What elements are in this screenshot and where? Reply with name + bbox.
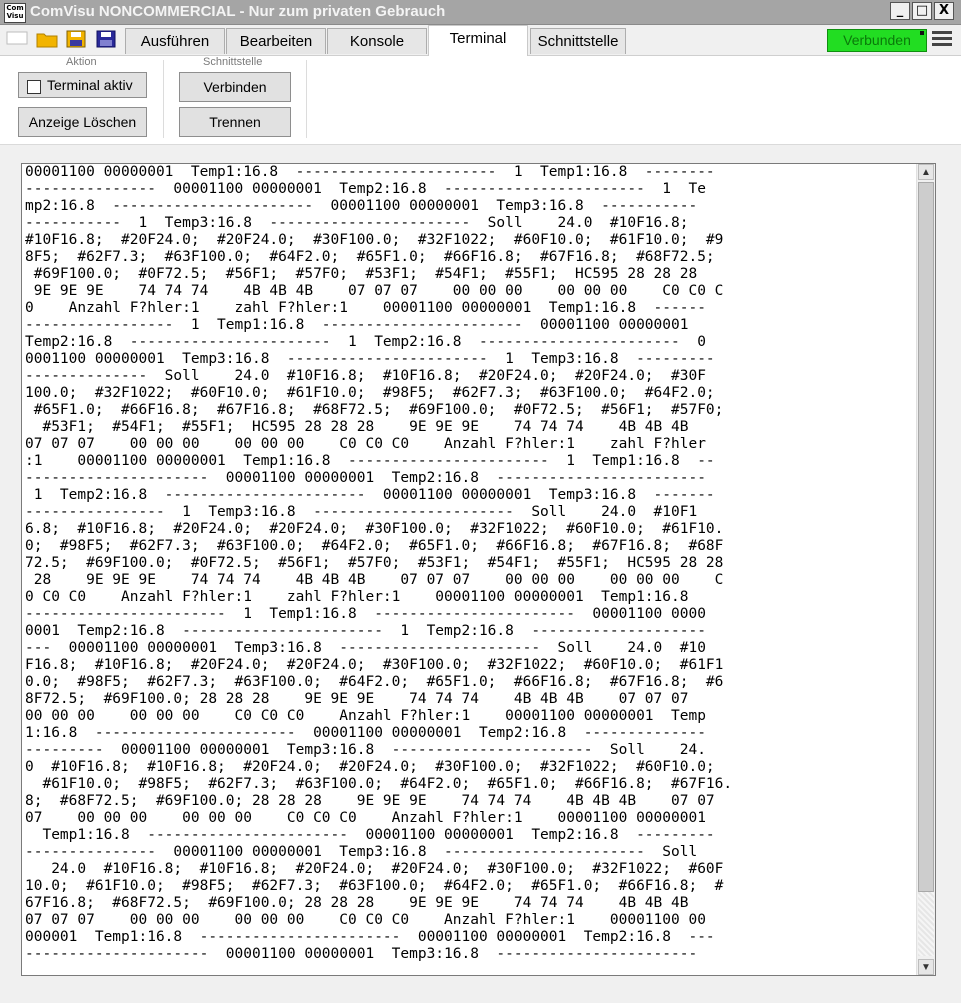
terminal-line: 0.0; #98F5; #62F7.3; #63F100.0; #64F2.0;… xyxy=(25,674,724,690)
scroll-thumb[interactable] xyxy=(918,182,934,892)
terminal-line: --------- 00001100 00000001 Temp3:16.8 -… xyxy=(25,742,706,758)
terminal-line: 07 07 07 00 00 00 00 00 00 C0 C0 C0 Anza… xyxy=(25,436,706,452)
scroll-down-icon[interactable]: ▼ xyxy=(918,959,934,975)
main-toolbar: Ausführen Bearbeiten Konsole Terminal Sc… xyxy=(0,25,961,56)
terminal-line: #53F1; #54F1; #55F1; HC595 28 28 28 9E 9… xyxy=(25,419,689,435)
terminal-line: -------------- Soll 24.0 #10F16.8; #10F1… xyxy=(25,368,706,384)
terminal-line: 72.5; #69F100.0; #0F72.5; #56F1; #57F0; … xyxy=(25,555,724,571)
terminal-line: 0001 Temp2:16.8 ----------------------- … xyxy=(25,623,706,639)
terminal-line: ----------------- 1 Temp1:16.8 ---------… xyxy=(25,317,689,333)
terminal-line: #61F10.0; #98F5; #62F7.3; #63F100.0; #64… xyxy=(25,776,733,792)
terminal-line: Temp2:16.8 ----------------------- 1 Tem… xyxy=(25,334,706,350)
terminal-line: #69F100.0; #0F72.5; #56F1; #57F0; #53F1;… xyxy=(25,266,698,282)
terminal-line: 28 9E 9E 9E 74 74 74 4B 4B 4B 07 07 07 0… xyxy=(25,572,724,588)
minimize-button[interactable]: _ xyxy=(890,2,910,20)
scroll-up-icon[interactable]: ▲ xyxy=(918,164,934,180)
clear-display-button[interactable]: Anzeige Löschen xyxy=(18,107,147,137)
terminal-line: --------------- 00001100 00000001 Temp2:… xyxy=(25,181,706,197)
tab-terminal[interactable]: Terminal xyxy=(428,25,528,56)
terminal-output[interactable]: 00001100 00000001 Temp1:16.8 -----------… xyxy=(21,163,936,976)
terminal-line: 00 00 00 00 00 00 C0 C0 C0 Anzahl F?hler… xyxy=(25,708,706,724)
connect-button[interactable]: Verbinden xyxy=(179,72,291,102)
terminal-line: 100.0; #32F1022; #60F10.0; #61F10.0; #98… xyxy=(25,385,715,401)
terminal-line: 0 #10F16.8; #10F16.8; #20F24.0; #20F24.0… xyxy=(25,759,715,775)
tab-bearbeiten[interactable]: Bearbeiten xyxy=(226,28,326,54)
terminal-line: 6.8; #10F16.8; #20F24.0; #20F24.0; #30F1… xyxy=(25,521,724,537)
terminal-line: 1:16.8 ----------------------- 00001100 … xyxy=(25,725,706,741)
status-indicator-icon xyxy=(920,31,924,35)
terminal-line: 10.0; #61F10.0; #98F5; #62F7.3; #63F100.… xyxy=(25,878,724,894)
terminal-line: 07 07 07 00 00 00 00 00 00 C0 C0 C0 Anza… xyxy=(25,912,706,928)
terminal-line: :1 00001100 00000001 Temp1:16.8 --------… xyxy=(25,453,715,469)
terminal-line: --------------- 00001100 00000001 Temp3:… xyxy=(25,844,698,860)
scroll-track[interactable] xyxy=(918,892,934,956)
group-divider xyxy=(163,60,164,138)
terminal-line: Temp1:16.8 ----------------------- 00001… xyxy=(25,827,715,843)
tab-konsole[interactable]: Konsole xyxy=(327,28,427,54)
app-logo-icon: Com Visu xyxy=(4,3,26,23)
group-divider xyxy=(306,60,307,138)
terminal-line: #10F16.8; #20F24.0; #20F24.0; #30F100.0;… xyxy=(25,232,724,248)
terminal-active-label: Terminal aktiv xyxy=(47,77,133,93)
terminal-line: ---------------- 1 Temp3:16.8 ----------… xyxy=(25,504,698,520)
terminal-line: 0 Anzahl F?hler:1 zahl F?hler:1 00001100… xyxy=(25,300,706,316)
save-icon[interactable] xyxy=(65,30,87,48)
terminal-line: 8F72.5; #69F100.0; 28 28 28 9E 9E 9E 74 … xyxy=(25,691,689,707)
maximize-button[interactable]: □ xyxy=(912,2,932,20)
terminal-line: 8; #68F72.5; #69F100.0; 28 28 28 9E 9E 9… xyxy=(25,793,715,809)
terminal-line: ----------- 1 Temp3:16.8 ---------------… xyxy=(25,215,689,231)
terminal-line: 0; #98F5; #62F7.3; #63F100.0; #64F2.0; #… xyxy=(25,538,724,554)
terminal-line: 8F5; #62F7.3; #63F100.0; #64F2.0; #65F1.… xyxy=(25,249,715,265)
group-label-aktion: Aktion xyxy=(66,56,97,68)
terminal-line: 24.0 #10F16.8; #10F16.8; #20F24.0; #20F2… xyxy=(25,861,724,877)
terminal-line: F16.8; #10F16.8; #20F24.0; #20F24.0; #30… xyxy=(25,657,724,673)
connection-status-badge: Verbunden xyxy=(827,29,927,52)
terminal-line: 00001100 00000001 Temp1:16.8 -----------… xyxy=(25,164,715,180)
connection-status-label: Verbunden xyxy=(843,32,911,48)
tab-ausfuehren[interactable]: Ausführen xyxy=(125,28,225,54)
ribbon-panel: Aktion Terminal aktiv Anzeige Löschen Sc… xyxy=(0,56,961,145)
terminal-line: 0001100 00000001 Temp3:16.8 ------------… xyxy=(25,351,715,367)
new-file-icon[interactable] xyxy=(6,30,28,48)
window-title: ComVisu NONCOMMERCIAL - Nur zum privaten… xyxy=(30,3,446,20)
terminal-line: 000001 Temp1:16.8 ----------------------… xyxy=(25,929,715,945)
vertical-scrollbar[interactable]: ▲ ▼ xyxy=(916,164,935,975)
open-folder-icon[interactable] xyxy=(36,30,58,48)
terminal-line: 07 00 00 00 00 00 00 C0 C0 C0 Anzahl F?h… xyxy=(25,810,706,826)
save-as-icon[interactable] xyxy=(95,30,117,48)
title-bar: Com Visu ComVisu NONCOMMERCIAL - Nur zum… xyxy=(0,0,961,25)
close-button[interactable]: X xyxy=(934,2,954,20)
terminal-line: 0 C0 C0 Anzahl F?hler:1 zahl F?hler:1 00… xyxy=(25,589,689,605)
terminal-text: 00001100 00000001 Temp1:16.8 -----------… xyxy=(25,164,825,963)
terminal-line: --------------------- 00001100 00000001 … xyxy=(25,946,698,962)
terminal-line: #65F1.0; #66F16.8; #67F16.8; #68F72.5; #… xyxy=(25,402,724,418)
terminal-line: 1 Temp2:16.8 ----------------------- 000… xyxy=(25,487,715,503)
terminal-line: ----------------------- 1 Temp1:16.8 ---… xyxy=(25,606,706,622)
disconnect-button[interactable]: Trennen xyxy=(179,107,291,137)
terminal-active-checkbox[interactable]: Terminal aktiv xyxy=(18,72,147,98)
terminal-line: 9E 9E 9E 74 74 74 4B 4B 4B 07 07 07 00 0… xyxy=(25,283,724,299)
hamburger-menu-icon[interactable] xyxy=(932,31,952,49)
terminal-line: --------------------- 00001100 00000001 … xyxy=(25,470,706,486)
terminal-line: mp2:16.8 ----------------------- 0000110… xyxy=(25,198,698,214)
terminal-line: 67F16.8; #68F72.5; #69F100.0; 28 28 28 9… xyxy=(25,895,689,911)
checkbox-icon[interactable] xyxy=(27,80,41,94)
tab-schnittstelle[interactable]: Schnittstelle xyxy=(530,28,626,54)
terminal-line: --- 00001100 00000001 Temp3:16.8 -------… xyxy=(25,640,706,656)
group-label-schnittstelle: Schnittstelle xyxy=(203,56,263,68)
